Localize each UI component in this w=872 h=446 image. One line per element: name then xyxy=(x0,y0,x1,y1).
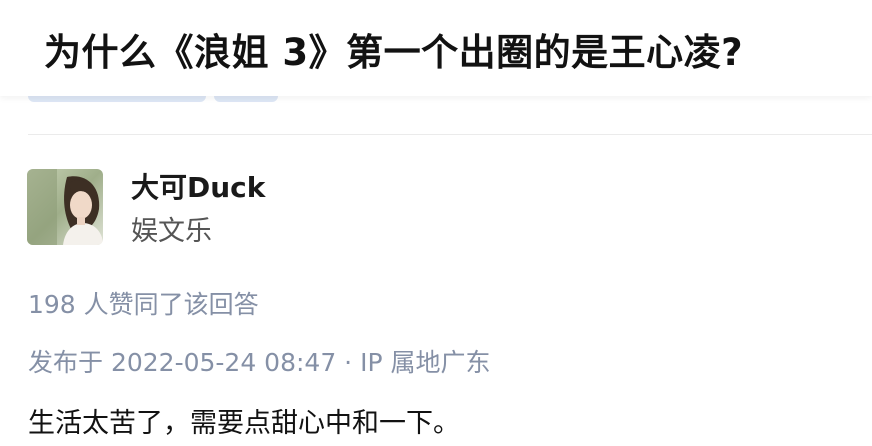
publish-info: 发布于 2022-05-24 08:47 · IP 属地广东 xyxy=(28,348,491,377)
avatar[interactable] xyxy=(27,169,103,245)
author-tag: 娱文乐 xyxy=(131,216,212,247)
question-header: 为什么《浪姐 3》第一个出圈的是王心凌? xyxy=(0,0,872,96)
answer-content: 生活太苦了，需要点甜心中和一下。 xyxy=(28,408,460,439)
vote-count: 198 人赞同了该回答 xyxy=(28,290,259,319)
avatar-photo-icon xyxy=(27,169,103,245)
question-title[interactable]: 为什么《浪姐 3》第一个出圈的是王心凌? xyxy=(44,22,743,76)
author-name[interactable]: 大可Duck xyxy=(131,166,265,206)
divider xyxy=(28,134,872,135)
